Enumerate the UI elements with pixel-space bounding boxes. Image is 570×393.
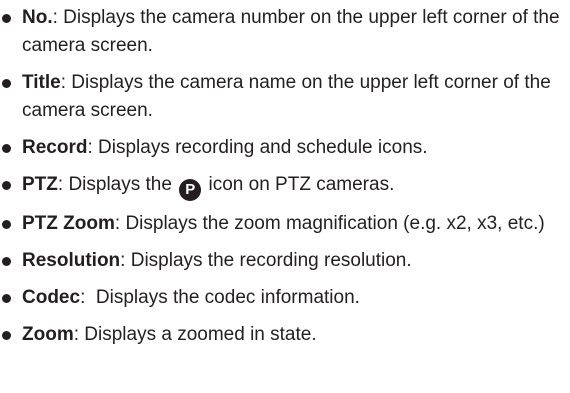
desc-ptz-zoom: : Displays the zoom magnification (e.g. … bbox=[114, 213, 545, 234]
list-item-title: Title: Displays the camera name on the u… bbox=[0, 69, 570, 125]
term-record: Record bbox=[22, 137, 88, 158]
ptz-p-icon: P bbox=[179, 179, 202, 201]
bullet-icon bbox=[2, 144, 11, 153]
list-item-ptz: PTZ: Displays the P icon on PTZ cameras. bbox=[0, 171, 570, 201]
list-item-record: Record: Displays recording and schedule … bbox=[0, 134, 570, 162]
desc-codec: : Displays the codec information. bbox=[80, 287, 360, 308]
term-ptz: PTZ bbox=[22, 174, 58, 195]
term-resolution: Resolution bbox=[22, 250, 121, 271]
bullet-icon bbox=[2, 331, 11, 340]
desc-title: : Displays the camera name on the upper … bbox=[22, 72, 551, 121]
bullet-icon bbox=[2, 220, 11, 229]
option-list: No.: Displays the camera number on the u… bbox=[0, 4, 570, 349]
desc-no: : Displays the camera number on the uppe… bbox=[22, 7, 560, 56]
term-no: No. bbox=[22, 7, 53, 28]
bullet-icon bbox=[2, 257, 11, 266]
list-item-resolution: Resolution: Displays the recording resol… bbox=[0, 247, 570, 275]
bullet-icon bbox=[2, 79, 11, 88]
bullet-icon bbox=[2, 181, 11, 190]
list-item-zoom: Zoom: Displays a zoomed in state. bbox=[0, 321, 570, 349]
bullet-icon bbox=[2, 294, 11, 303]
bullet-icon bbox=[2, 14, 11, 23]
list-item-ptz-zoom: PTZ Zoom: Displays the zoom magnificatio… bbox=[0, 210, 570, 238]
desc-ptz-after: icon on PTZ cameras. bbox=[208, 174, 395, 195]
term-ptz-zoom: PTZ Zoom bbox=[22, 213, 115, 234]
list-item-no: No.: Displays the camera number on the u… bbox=[0, 4, 570, 60]
desc-record: : Displays recording and schedule icons. bbox=[87, 137, 428, 158]
term-codec: Codec bbox=[22, 287, 81, 308]
list-item-codec: Codec: Displays the codec information. bbox=[0, 284, 570, 312]
desc-zoom: : Displays a zoomed in state. bbox=[73, 324, 317, 345]
desc-resolution: : Displays the recording resolution. bbox=[120, 250, 412, 271]
term-zoom: Zoom bbox=[22, 324, 74, 345]
desc-ptz-before: : Displays the bbox=[57, 174, 172, 195]
term-title: Title bbox=[22, 72, 61, 93]
